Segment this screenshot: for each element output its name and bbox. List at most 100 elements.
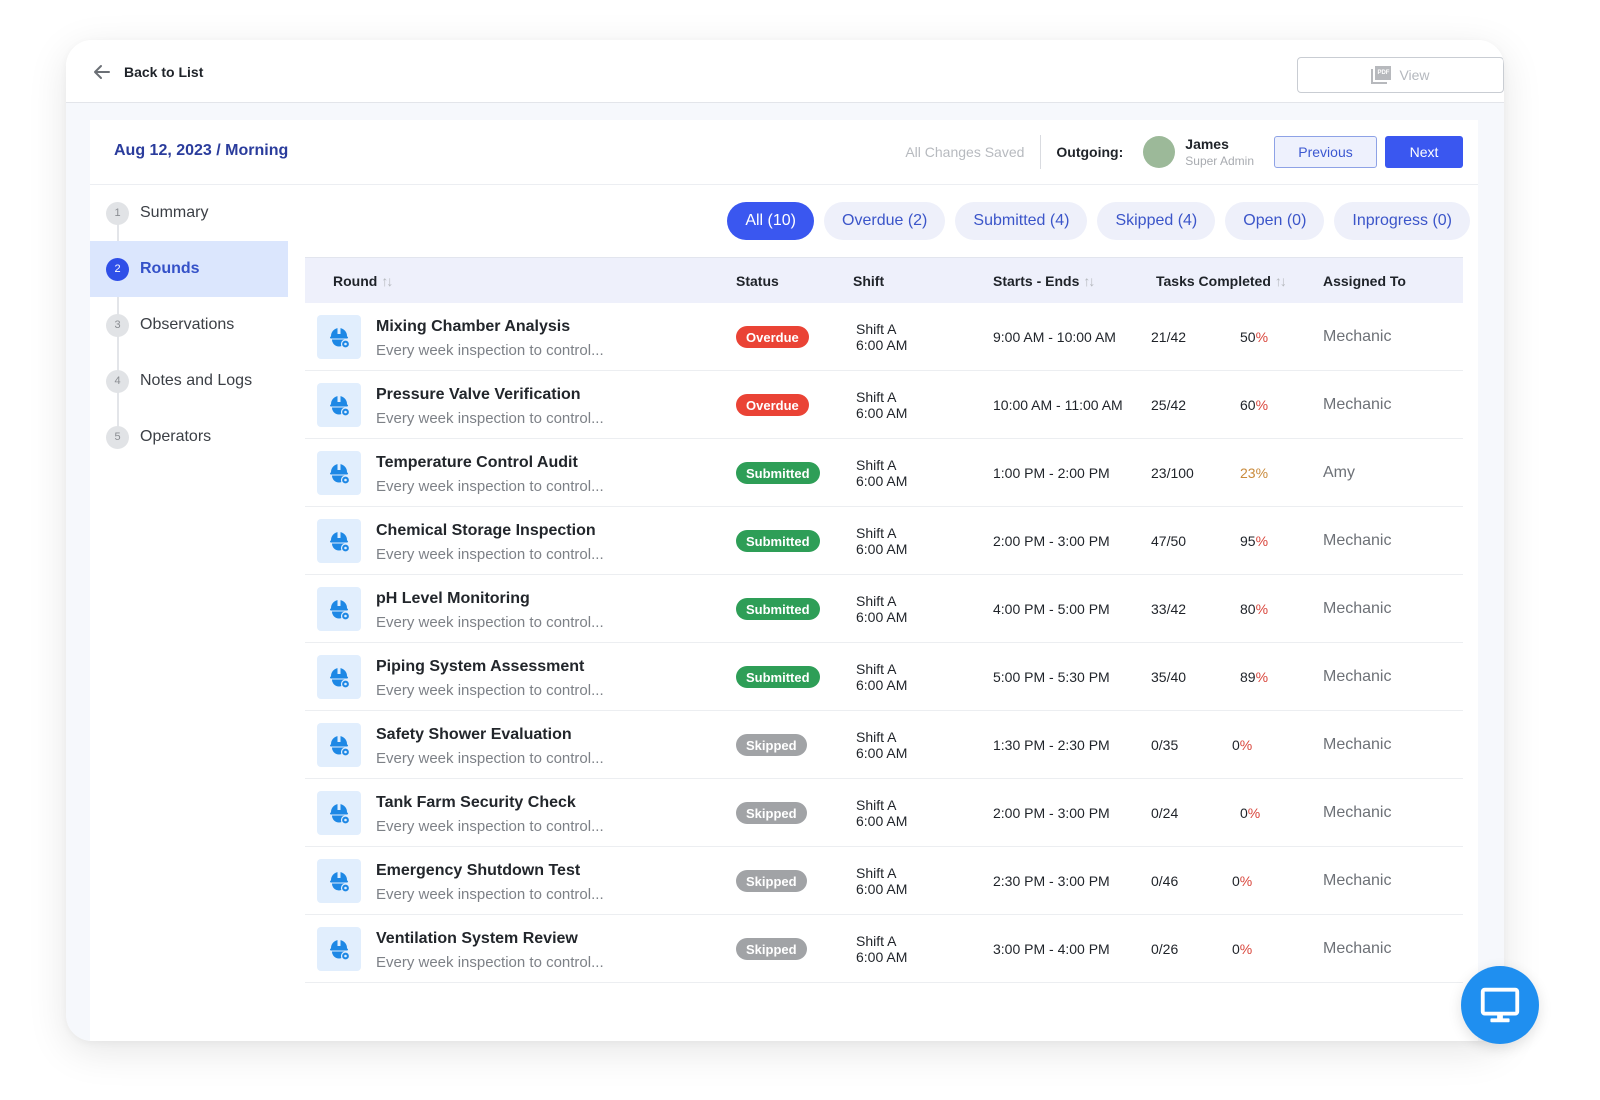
- tasks-count: 23/100: [1151, 465, 1194, 481]
- completion-percent: 50%: [1240, 329, 1269, 345]
- pdf-icon: PDF: [1371, 66, 1392, 84]
- back-to-list-label: Back to List: [124, 64, 204, 80]
- assigned-to: Amy: [1323, 464, 1355, 481]
- round-title[interactable]: Piping System Assessment: [376, 657, 604, 677]
- round-description: Every week inspection to control...: [376, 750, 604, 767]
- shift-cell: Shift A 6:00 AM: [856, 643, 907, 711]
- tab-inprogress[interactable]: Inprogress (0): [1334, 202, 1470, 240]
- round-title[interactable]: Pressure Valve Verification: [376, 385, 604, 405]
- hard-hat-icon: [330, 668, 351, 689]
- column-tasks-completed[interactable]: Tasks Completed ↑↓: [1156, 258, 1287, 304]
- view-pdf-button[interactable]: PDF View: [1297, 57, 1504, 93]
- shift-name: Shift A: [856, 797, 897, 813]
- step-operators[interactable]: 5 Operators: [90, 409, 288, 465]
- shift-cell: Shift A 6:00 AM: [856, 575, 907, 643]
- table-row[interactable]: Pressure Valve Verification Every week i…: [305, 371, 1463, 439]
- table-row[interactable]: pH Level Monitoring Every week inspectio…: [305, 575, 1463, 643]
- top-bar: Back to List PDF View: [66, 40, 1504, 103]
- step-observations[interactable]: 3 Observations: [90, 297, 288, 353]
- shift-name: Shift A: [856, 661, 897, 677]
- assigned-to: Mechanic: [1323, 668, 1392, 685]
- arrow-left-icon: [94, 65, 110, 79]
- hard-hat-icon: [330, 328, 351, 349]
- time-range: 2:00 PM - 3:00 PM: [993, 805, 1110, 821]
- round-title[interactable]: pH Level Monitoring: [376, 589, 604, 609]
- completion-percent: 0%: [1232, 737, 1253, 753]
- table-row[interactable]: Safety Shower Evaluation Every week insp…: [305, 711, 1463, 779]
- tab-overdue[interactable]: Overdue (2): [824, 202, 946, 240]
- step-label: Observations: [140, 316, 235, 333]
- step-number: 3: [106, 313, 129, 337]
- round-description: Every week inspection to control...: [376, 954, 604, 971]
- tab-submitted[interactable]: Submitted (4): [955, 202, 1088, 240]
- step-rounds[interactable]: 2 Rounds: [90, 241, 288, 297]
- assigned-to: Mechanic: [1323, 328, 1392, 345]
- hard-hat-icon: [330, 872, 351, 893]
- shift-name: Shift A: [856, 321, 897, 337]
- sort-icon[interactable]: ↑↓: [1083, 273, 1095, 289]
- shift-cell: Shift A 6:00 AM: [856, 439, 907, 507]
- round-title[interactable]: Mixing Chamber Analysis: [376, 317, 604, 337]
- shift-cell: Shift A 6:00 AM: [856, 779, 907, 847]
- rounds-table: Round ↑↓ Status Shift Starts - Ends ↑↓ T…: [305, 257, 1463, 983]
- tasks-count: 0/24: [1151, 805, 1179, 821]
- hard-hat-icon: [330, 940, 351, 961]
- tab-skipped[interactable]: Skipped (4): [1097, 202, 1216, 240]
- column-round[interactable]: Round ↑↓: [333, 258, 393, 304]
- previous-button[interactable]: Previous: [1274, 136, 1377, 168]
- time-range: 2:00 PM - 3:00 PM: [993, 533, 1110, 549]
- round-title[interactable]: Tank Farm Security Check: [376, 793, 604, 813]
- round-title[interactable]: Emergency Shutdown Test: [376, 861, 604, 881]
- column-starts-ends[interactable]: Starts - Ends ↑↓: [993, 258, 1095, 304]
- table-row[interactable]: Piping System Assessment Every week insp…: [305, 643, 1463, 711]
- save-status: All Changes Saved: [905, 144, 1025, 160]
- status-badge: Overdue: [736, 326, 809, 348]
- outgoing-label: Outgoing:: [1056, 144, 1124, 160]
- step-summary[interactable]: 1 Summary: [90, 185, 288, 241]
- table-row[interactable]: Mixing Chamber Analysis Every week inspe…: [305, 303, 1463, 371]
- status-badge: Submitted: [736, 530, 820, 552]
- completion-percent: 60%: [1240, 397, 1269, 413]
- status-badge: Overdue: [736, 394, 809, 416]
- round-description: Every week inspection to control...: [376, 478, 604, 495]
- shift-time: 6:00 AM: [856, 337, 908, 353]
- card-header: Aug 12, 2023 / Morning All Changes Saved…: [90, 120, 1478, 185]
- table-row[interactable]: Ventilation System Review Every week ins…: [305, 915, 1463, 983]
- column-assigned-to: Assigned To: [1323, 273, 1406, 289]
- shift-cell: Shift A 6:00 AM: [856, 507, 907, 575]
- tab-open[interactable]: Open (0): [1225, 202, 1325, 240]
- assigned-to: Mechanic: [1323, 396, 1392, 413]
- shift-time: 6:00 AM: [856, 677, 908, 693]
- status-badge: Skipped: [736, 938, 807, 960]
- table-row[interactable]: Temperature Control Audit Every week ins…: [305, 439, 1463, 507]
- next-button[interactable]: Next: [1385, 136, 1463, 168]
- table-header: Round ↑↓ Status Shift Starts - Ends ↑↓ T…: [305, 257, 1463, 303]
- round-description: Every week inspection to control...: [376, 342, 604, 359]
- back-to-list-link[interactable]: Back to List: [92, 62, 203, 82]
- step-number: 1: [106, 201, 129, 225]
- time-range: 1:00 PM - 2:00 PM: [993, 465, 1110, 481]
- tasks-count: 35/40: [1151, 669, 1187, 685]
- round-icon: [317, 587, 361, 631]
- table-row[interactable]: Emergency Shutdown Test Every week inspe…: [305, 847, 1463, 915]
- table-row[interactable]: Tank Farm Security Check Every week insp…: [305, 779, 1463, 847]
- hard-hat-icon: [330, 804, 351, 825]
- status-badge: Skipped: [736, 802, 807, 824]
- assigned-to: Mechanic: [1323, 532, 1392, 549]
- user-role: Super Admin: [1185, 153, 1254, 168]
- step-number: 4: [106, 369, 129, 393]
- shift-time: 6:00 AM: [856, 405, 908, 421]
- tab-all[interactable]: All (10): [727, 202, 815, 240]
- step-notes-and-logs[interactable]: 4 Notes and Logs: [90, 353, 288, 409]
- time-range: 4:00 PM - 5:00 PM: [993, 601, 1110, 617]
- sort-icon[interactable]: ↑↓: [1275, 273, 1287, 289]
- round-title[interactable]: Ventilation System Review: [376, 929, 604, 949]
- shift-time: 6:00 AM: [856, 813, 908, 829]
- round-title[interactable]: Safety Shower Evaluation: [376, 725, 604, 745]
- round-title[interactable]: Chemical Storage Inspection: [376, 521, 604, 541]
- sort-icon[interactable]: ↑↓: [381, 273, 393, 289]
- round-title[interactable]: Temperature Control Audit: [376, 453, 604, 473]
- table-row[interactable]: Chemical Storage Inspection Every week i…: [305, 507, 1463, 575]
- hard-hat-icon: [330, 600, 351, 621]
- screen-share-button[interactable]: [1461, 966, 1539, 1044]
